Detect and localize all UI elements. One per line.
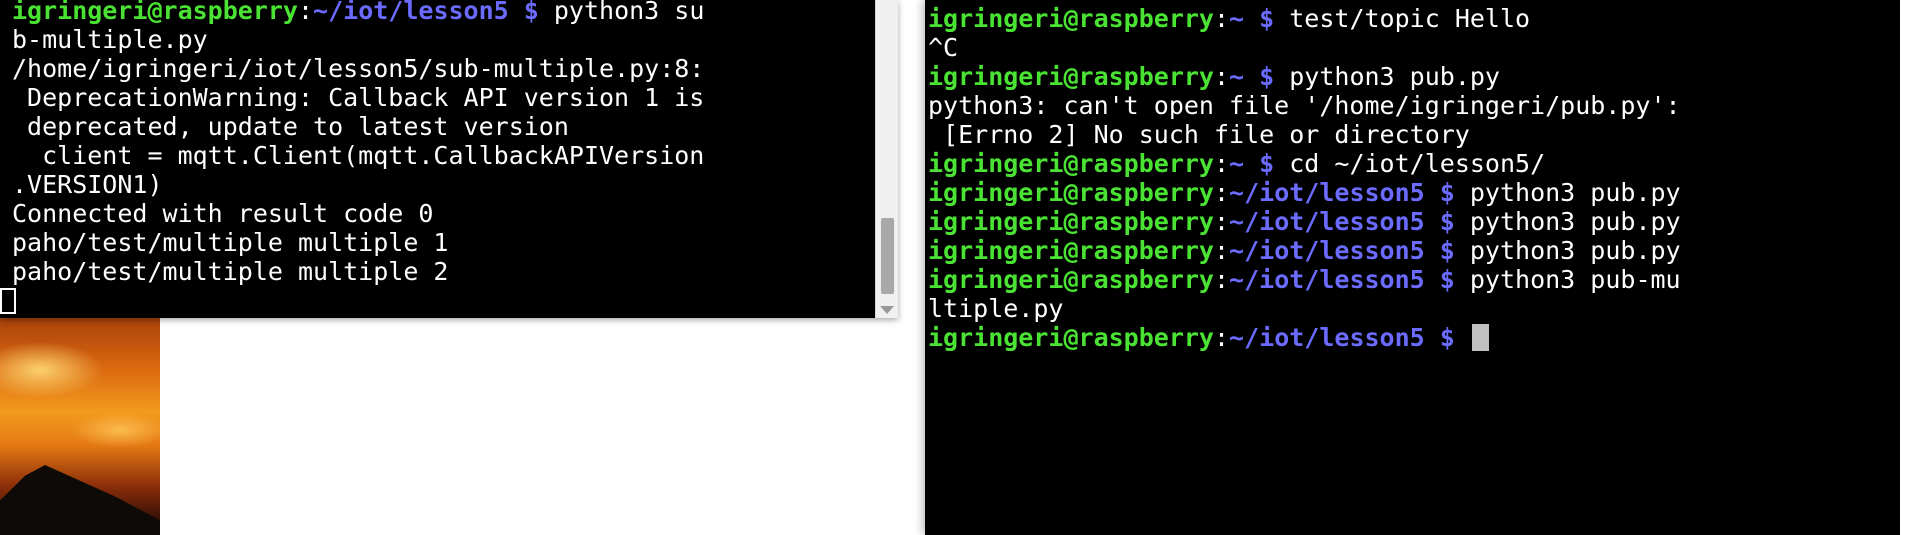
- prompt-user-host: igringeri@raspberry: [928, 207, 1214, 236]
- terminal-line: client = mqtt.Client(mqtt.CallbackAPIVer…: [12, 141, 872, 170]
- window-edge: [1900, 0, 1910, 535]
- terminal-text: ltiple.py: [928, 294, 1064, 323]
- terminal-line: ltiple.py: [928, 294, 1910, 323]
- terminal-text: ^C: [928, 33, 959, 62]
- scroll-down-arrow-icon[interactable]: [880, 306, 894, 314]
- prompt-user-host: igringeri@raspberry: [12, 0, 298, 25]
- terminal-text: :: [1213, 323, 1230, 352]
- terminal-text: Connected with result code 0: [12, 199, 434, 228]
- terminal-line: igringeri@raspberry:~/iot/lesson5 $ pyth…: [12, 0, 872, 25]
- terminal-text: :: [1213, 265, 1230, 294]
- terminal-text: :: [1213, 149, 1230, 178]
- prompt-user-host: igringeri@raspberry: [928, 62, 1214, 91]
- prompt-user-host: igringeri@raspberry: [928, 4, 1214, 33]
- terminal-text: python3 pub-mu: [1454, 265, 1681, 294]
- terminal-text: paho/test/multiple multiple 2: [12, 257, 449, 286]
- text-cursor-icon: [1471, 324, 1489, 351]
- prompt-path: ~/iot/lesson5 $: [1229, 178, 1455, 207]
- terminal-text: cd ~/iot/lesson5/: [1274, 149, 1546, 178]
- terminal-cursor-line: [0, 286, 872, 315]
- terminal-text: .VERSION1): [12, 170, 163, 199]
- terminal-text: python3 pub.py: [1274, 62, 1500, 91]
- terminal-text: python3 pub.py: [1454, 236, 1681, 265]
- prompt-user-host: igringeri@raspberry: [928, 149, 1214, 178]
- prompt-path: ~/iot/lesson5 $: [1229, 265, 1455, 294]
- terminal-text: [Errno 2] No such file or directory: [928, 120, 1470, 149]
- terminal-line: igringeri@raspberry:~/iot/lesson5 $ pyth…: [928, 178, 1910, 207]
- mountain-silhouette: [0, 465, 160, 535]
- terminal-line: paho/test/multiple multiple 2: [12, 257, 872, 286]
- terminal-text: :: [1213, 178, 1230, 207]
- prompt-path: ~ $: [1229, 4, 1275, 33]
- prompt-user-host: igringeri@raspberry: [928, 236, 1214, 265]
- prompt-path: ~ $: [1229, 149, 1275, 178]
- terminal-text: client = mqtt.Client(mqtt.CallbackAPIVer…: [12, 141, 705, 170]
- terminal-line: DeprecationWarning: Callback API version…: [12, 83, 872, 112]
- terminal-text: DeprecationWarning: Callback API version…: [12, 83, 705, 112]
- terminal-text: python3 pub.py: [1454, 178, 1681, 207]
- terminal-line: Connected with result code 0: [12, 199, 872, 228]
- desktop: igringeri@raspberry:~/iot/lesson5 $ pyth…: [0, 0, 1910, 535]
- terminal-line: igringeri@raspberry:~ $ cd ~/iot/lesson5…: [928, 149, 1910, 178]
- terminal-text: :: [1213, 236, 1230, 265]
- terminal-scrollbar[interactable]: [875, 0, 898, 318]
- prompt-path: ~ $: [1229, 62, 1275, 91]
- terminal-text: :: [1213, 4, 1230, 33]
- prompt-user-host: igringeri@raspberry: [928, 265, 1214, 294]
- terminal-text: deprecated, update to latest version: [12, 112, 569, 141]
- terminal-text: :: [297, 0, 314, 25]
- terminal-text: :: [1213, 207, 1230, 236]
- terminal-window-right[interactable]: igringeri@raspberry:~ $ test/topic Hello…: [925, 0, 1910, 535]
- terminal-text: :: [1213, 62, 1230, 91]
- terminal-line: paho/test/multiple multiple 1: [12, 228, 872, 257]
- terminal-line: igringeri@raspberry:~/iot/lesson5 $ pyth…: [928, 265, 1910, 294]
- terminal-line: igringeri@raspberry:~ $ python3 pub.py: [928, 62, 1910, 91]
- terminal-line: ^C: [928, 33, 1910, 62]
- terminal-window-left[interactable]: igringeri@raspberry:~/iot/lesson5 $ pyth…: [0, 0, 898, 318]
- terminal-text: python3: can't open file '/home/igringer…: [928, 91, 1681, 120]
- prompt-user-host: igringeri@raspberry: [928, 323, 1214, 352]
- terminal-line: igringeri@raspberry:~/iot/lesson5 $ pyth…: [928, 236, 1910, 265]
- terminal-line: igringeri@raspberry:~/iot/lesson5 $ pyth…: [928, 207, 1910, 236]
- prompt-user-host: igringeri@raspberry: [928, 178, 1214, 207]
- terminal-output-left[interactable]: igringeri@raspberry:~/iot/lesson5 $ pyth…: [0, 0, 872, 318]
- prompt-path: ~/iot/lesson5 $: [313, 0, 539, 25]
- terminal-line: python3: can't open file '/home/igringer…: [928, 91, 1910, 120]
- terminal-line: .VERSION1): [12, 170, 872, 199]
- prompt-path: ~/iot/lesson5 $: [1229, 207, 1455, 236]
- terminal-line: igringeri@raspberry:~/iot/lesson5 $: [928, 323, 1910, 352]
- prompt-path: ~/iot/lesson5 $: [1229, 236, 1455, 265]
- terminal-text: python3 pub.py: [1454, 207, 1681, 236]
- prompt-path: ~/iot/lesson5 $: [1229, 323, 1455, 352]
- terminal-line: /home/igringeri/iot/lesson5/sub-multiple…: [12, 54, 872, 83]
- desktop-empty-area: [160, 320, 920, 535]
- terminal-output-right[interactable]: igringeri@raspberry:~ $ test/topic Hello…: [928, 4, 1910, 535]
- scrollbar-thumb[interactable]: [881, 218, 894, 294]
- terminal-text: test/topic Hello: [1274, 4, 1531, 33]
- terminal-text: /home/igringeri/iot/lesson5/sub-multiple…: [12, 54, 705, 83]
- terminal-text: paho/test/multiple multiple 1: [12, 228, 449, 257]
- desktop-wallpaper: [0, 310, 160, 535]
- text-cursor-icon: [0, 288, 16, 314]
- terminal-text: python3 su: [538, 0, 705, 25]
- terminal-line: b-multiple.py: [12, 25, 872, 54]
- terminal-line: [Errno 2] No such file or directory: [928, 120, 1910, 149]
- terminal-line: igringeri@raspberry:~ $ test/topic Hello: [928, 4, 1910, 33]
- terminal-text: b-multiple.py: [12, 25, 208, 54]
- terminal-line: deprecated, update to latest version: [12, 112, 872, 141]
